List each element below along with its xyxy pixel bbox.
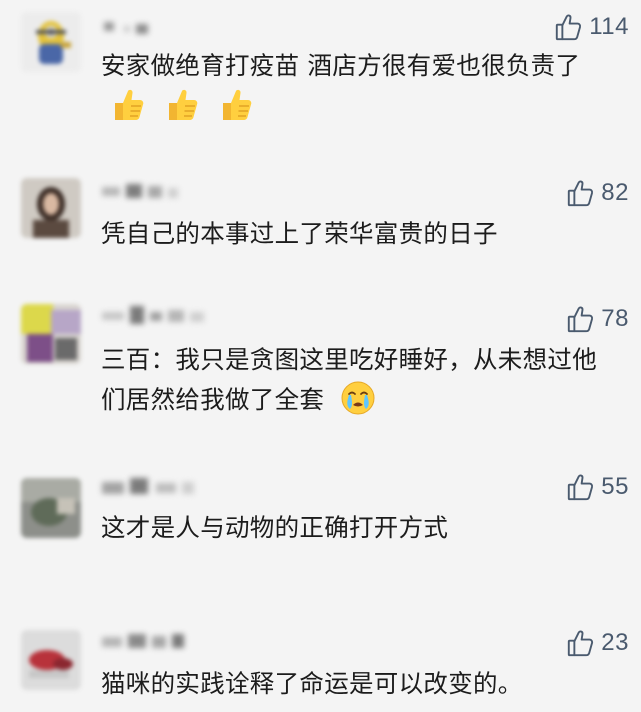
like-button[interactable]: 82 bbox=[567, 176, 629, 210]
thumbs-up-outline-icon bbox=[567, 629, 594, 658]
thumbs-up-outline-icon bbox=[567, 179, 594, 208]
crying-face-emoji-icon bbox=[340, 380, 376, 416]
thumbs-up-emoji-icon bbox=[217, 86, 255, 124]
like-button[interactable]: 114 bbox=[555, 10, 629, 44]
avatar[interactable] bbox=[21, 304, 81, 364]
username[interactable] bbox=[100, 628, 230, 656]
comment-text: 猫咪的实践诠释了命运是可以改变的。 bbox=[101, 669, 523, 698]
comment-text: 凭自己的本事过上了荣华富贵的日子 bbox=[101, 219, 498, 248]
like-button[interactable]: 55 bbox=[567, 470, 629, 504]
username[interactable] bbox=[100, 302, 230, 330]
like-button[interactable]: 23 bbox=[567, 626, 629, 660]
avatar[interactable] bbox=[21, 630, 81, 690]
like-count: 114 bbox=[589, 13, 629, 40]
username[interactable] bbox=[100, 178, 230, 206]
avatar[interactable] bbox=[21, 178, 81, 238]
like-count: 78 bbox=[601, 305, 629, 332]
thumbs-up-outline-icon bbox=[567, 473, 594, 502]
username[interactable] bbox=[100, 474, 230, 502]
like-button[interactable]: 78 bbox=[567, 302, 629, 336]
thumbs-up-emoji-icon bbox=[163, 86, 201, 124]
thumbs-up-outline-icon bbox=[567, 305, 594, 334]
like-count: 55 bbox=[601, 473, 629, 500]
avatar[interactable] bbox=[21, 12, 81, 72]
like-count: 82 bbox=[601, 179, 629, 206]
username[interactable] bbox=[100, 14, 230, 42]
like-count: 23 bbox=[601, 629, 629, 656]
comment-text: 三百：我只是贪图这里吃好睡好，从未想过他们居然给我做了全套 bbox=[101, 345, 597, 416]
comment-text: 这才是人与动物的正确打开方式 bbox=[101, 513, 449, 542]
comment-text: 安家做绝育打疫苗 酒店方很有爱也很负责了 bbox=[101, 46, 621, 128]
thumbs-up-outline-icon bbox=[555, 13, 582, 42]
thumbs-up-emoji-icon bbox=[109, 86, 147, 124]
avatar[interactable] bbox=[21, 478, 81, 538]
comment-list: 114 安家做绝育打疫苗 酒店方很有爱也很负责了 82 凭自己的本事过上了荣华富… bbox=[0, 0, 641, 712]
